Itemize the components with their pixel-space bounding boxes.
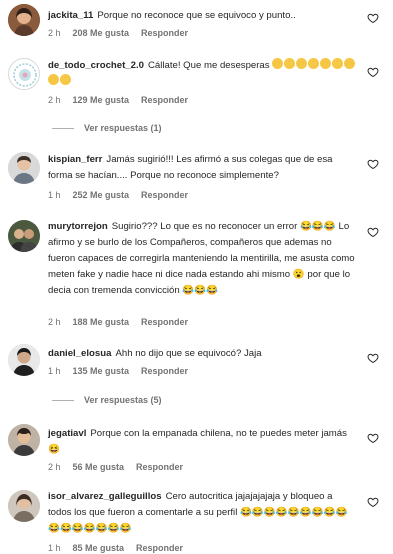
comment-text: Sugirio??? Lo que es no reconocer un err…: [48, 221, 355, 296]
comment-text: Porque con la empanada chilena, no te pu…: [48, 428, 347, 455]
comment-meta: 2 h 188 Me gusta Responder: [48, 317, 200, 327]
comment-username[interactable]: isor_alvarez_galleguillos: [48, 491, 162, 502]
frustrated-face-icon: [60, 74, 71, 85]
comment-meta: 1 h 85 Me gusta Responder: [48, 543, 195, 553]
divider-line: [52, 127, 74, 129]
comment-item: kispian_ferr Jamás sugirió!!! Les afirmó …: [0, 146, 393, 208]
comment-item: de_todo_crochet_2.0 Cállate! Que me deses…: [0, 50, 393, 116]
divider-line: [52, 399, 74, 401]
avatar[interactable]: [8, 344, 40, 376]
comment-item: isor_alvarez_galleguillos Cero autocritic…: [0, 484, 393, 554]
comment-body: kispian_ferr Jamás sugirió!!! Les afirmó …: [48, 152, 358, 184]
comment-item: daniel_elosua Ahh no dijo que se equivocó…: [0, 340, 393, 384]
avatar[interactable]: [8, 58, 40, 90]
avatar[interactable]: [8, 424, 40, 456]
frustrated-face-icon: [284, 58, 296, 69]
comment-body: de_todo_crochet_2.0 Cállate! Que me deses…: [48, 58, 358, 90]
reply-button[interactable]: Responder: [141, 366, 188, 376]
comment-likes[interactable]: 129 Me gusta: [73, 95, 130, 105]
comment-likes[interactable]: 188 Me gusta: [73, 317, 130, 327]
reply-button[interactable]: Responder: [141, 190, 188, 200]
comment-item: jackita_11 Porque no reconoce que se equi…: [0, 0, 393, 44]
comment-username[interactable]: de_todo_crochet_2.0: [48, 60, 144, 71]
comment-likes[interactable]: 56 Me gusta: [73, 462, 125, 472]
avatar[interactable]: [8, 4, 40, 36]
comment-meta: 2 h 56 Me gusta Responder: [48, 462, 195, 472]
view-replies-label: Ver respuestas (1): [84, 123, 162, 133]
comment-text: Cállate! Que me desesperas: [147, 60, 270, 71]
heart-outline-icon[interactable]: [367, 352, 379, 364]
comment-time: 2 h: [48, 95, 61, 105]
heart-outline-icon[interactable]: [367, 66, 379, 78]
reply-button[interactable]: Responder: [141, 317, 188, 327]
comment-username[interactable]: kispian_ferr: [48, 154, 102, 165]
heart-outline-icon[interactable]: [367, 12, 379, 24]
comment-meta: 2 h 208 Me gusta Responder: [48, 28, 200, 38]
comment-text: Ahh no dijo que se equivocó? Jaja: [115, 348, 262, 359]
view-replies-label: Ver respuestas (5): [84, 395, 162, 405]
comment-body: jegatiavl Porque con la empanada chilena,…: [48, 426, 358, 458]
comment-meta: 1 h 135 Me gusta Responder: [48, 366, 200, 376]
comment-username[interactable]: jackita_11: [48, 10, 93, 21]
comment-item: jegatiavl Porque con la empanada chilena,…: [0, 420, 393, 480]
comment-username[interactable]: jegatiavl: [48, 428, 86, 439]
heart-outline-icon[interactable]: [367, 496, 379, 508]
comment-username[interactable]: murytorrejon: [48, 221, 108, 232]
reply-button[interactable]: Responder: [141, 95, 188, 105]
comment-time: 2 h: [48, 317, 61, 327]
comment-meta: 1 h 252 Me gusta Responder: [48, 190, 200, 200]
comment-likes[interactable]: 208 Me gusta: [73, 28, 130, 38]
frustrated-face-icon: [344, 58, 356, 69]
comment-time: 1 h: [48, 366, 61, 376]
frustrated-face-icon: [308, 58, 320, 69]
avatar[interactable]: [8, 220, 40, 252]
comment-body: jackita_11 Porque no reconoce que se equi…: [48, 8, 358, 24]
comment-username[interactable]: daniel_elosua: [48, 348, 111, 359]
comment-time: 1 h: [48, 190, 61, 200]
comment-body: daniel_elosua Ahh no dijo que se equivocó…: [48, 346, 358, 362]
frustrated-face-icon: [48, 74, 59, 85]
view-replies-button[interactable]: Ver respuestas (1): [52, 123, 162, 133]
frustrated-face-icon: [272, 58, 284, 69]
comment-time: 2 h: [48, 28, 61, 38]
avatar[interactable]: [8, 490, 40, 522]
frustrated-face-icon: [296, 58, 308, 69]
frustrated-face-icon: [320, 58, 332, 69]
reply-button[interactable]: Responder: [136, 543, 183, 553]
comment-likes[interactable]: 252 Me gusta: [73, 190, 130, 200]
comment-time: 1 h: [48, 543, 61, 553]
comment-item: murytorrejon Sugirio??? Lo que es no reco…: [0, 214, 393, 334]
comment-meta: 2 h 129 Me gusta Responder: [48, 95, 200, 105]
heart-outline-icon[interactable]: [367, 226, 379, 238]
comment-body: isor_alvarez_galleguillos Cero autocritic…: [48, 489, 358, 537]
comment-text: Porque no reconoce que se equivoco y pun…: [97, 10, 296, 21]
heart-outline-icon[interactable]: [367, 158, 379, 170]
reply-button[interactable]: Responder: [136, 462, 183, 472]
comment-time: 2 h: [48, 462, 61, 472]
comment-likes[interactable]: 135 Me gusta: [73, 366, 130, 376]
view-replies-button[interactable]: Ver respuestas (5): [52, 395, 162, 405]
reply-button[interactable]: Responder: [141, 28, 188, 38]
frustrated-face-icon: [332, 58, 344, 69]
comment-likes[interactable]: 85 Me gusta: [73, 543, 125, 553]
comment-body: murytorrejon Sugirio??? Lo que es no reco…: [48, 219, 358, 299]
heart-outline-icon[interactable]: [367, 432, 379, 444]
avatar[interactable]: [8, 152, 40, 184]
